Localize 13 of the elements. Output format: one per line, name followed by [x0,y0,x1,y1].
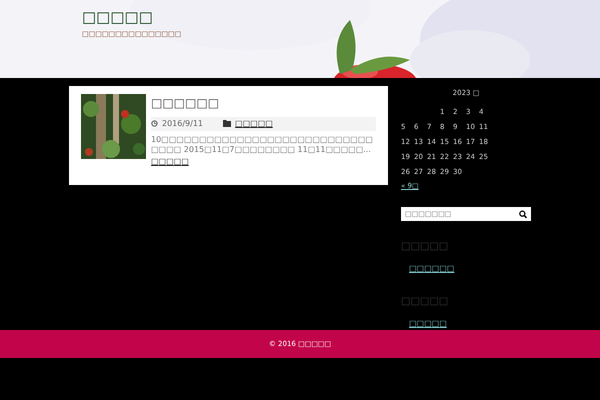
site-title[interactable]: □□□□□ [82,6,153,28]
post-date: 2016/9/11 [162,118,204,130]
post-excerpt: 10□□□□□□□□□□□□□□□□□□□□□□□□□□□□□□□□ 2015□11□7□□□□□□□□ 11□11□□□□□... [151,134,374,156]
clock-icon [151,120,158,127]
search-icon[interactable] [518,210,527,218]
widget-title: □□□□□ [401,295,448,309]
widget-link[interactable]: □□□□□□ [409,262,454,274]
widget-title: □□□□□ [401,240,448,254]
read-more-link[interactable]: □□□□□ [151,157,189,166]
category-link[interactable]: □□□□□ [235,118,273,130]
folder-icon [223,120,232,127]
post-title[interactable]: □□□□□□ [151,94,220,112]
widget-link[interactable]: □□□□□ [409,318,447,330]
